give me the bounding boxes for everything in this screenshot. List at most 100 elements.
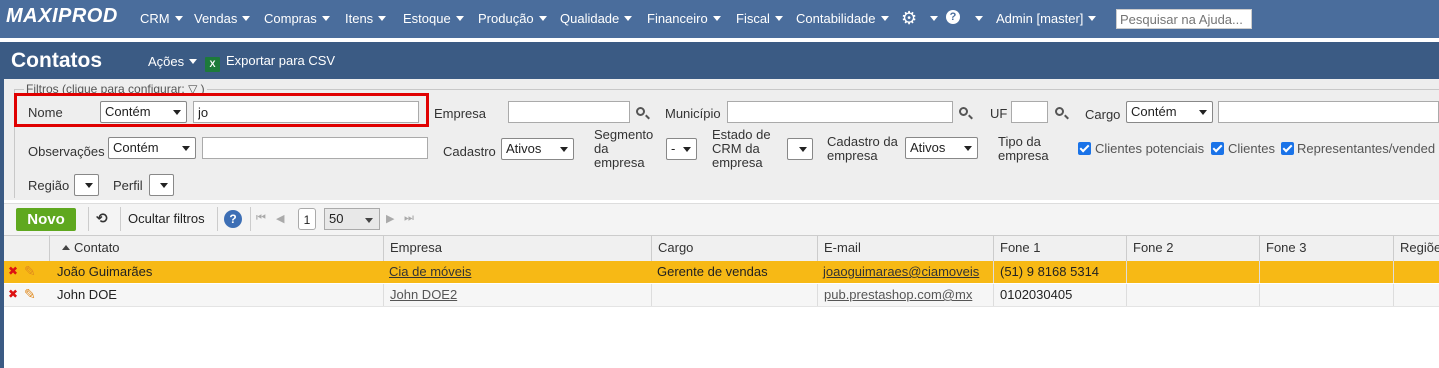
chevron-down-icon — [560, 147, 568, 152]
menu-compras[interactable]: Compras — [264, 11, 330, 26]
uf-label: UF — [990, 106, 1008, 121]
cargo-label: Cargo — [1085, 107, 1121, 122]
menu-estoque[interactable]: Estoque — [403, 11, 464, 26]
chevron-down-icon — [712, 16, 721, 21]
search-icon[interactable] — [959, 107, 968, 116]
cell-fone2 — [1126, 261, 1259, 283]
search-icon[interactable] — [1055, 107, 1064, 116]
representantes-label: Representantes/vended — [1297, 141, 1436, 156]
delete-icon[interactable]: ✖ — [8, 287, 18, 301]
cell-email[interactable]: pub.prestashop.com@mx — [817, 284, 993, 306]
municipio-input[interactable] — [727, 101, 953, 123]
chevron-down-icon — [880, 16, 889, 21]
menu-financeiro[interactable]: Financeiro — [647, 11, 721, 26]
grid-header: Contato Empresa Cargo E-mail Fone 1 Fone… — [4, 235, 1439, 262]
chevron-down-icon — [683, 147, 691, 152]
estado-crm-select[interactable] — [787, 138, 813, 160]
page-number-input[interactable]: 1 — [298, 208, 316, 230]
clientes-potenciais-label: Clientes potenciais — [1095, 141, 1205, 156]
app-logo[interactable]: MAXIPROD — [6, 5, 118, 28]
chevron-down-icon — [378, 16, 387, 21]
column-header-fone3[interactable]: Fone 3 — [1259, 236, 1393, 261]
perfil-select[interactable] — [149, 174, 174, 196]
refresh-icon[interactable]: ⟲ — [96, 210, 108, 227]
cargo-mode-select[interactable]: Contém — [1126, 101, 1213, 123]
cell-email[interactable]: joaoguimaraes@ciamoveis — [817, 261, 993, 283]
cell-contato: João Guimarães — [57, 264, 153, 279]
table-row[interactable]: ✖ ✎ João Guimarães Cia de móveis Gerente… — [4, 261, 1439, 283]
column-header-contato[interactable]: Contato — [49, 236, 383, 261]
sort-asc-icon — [62, 245, 70, 250]
delete-icon[interactable]: ✖ — [8, 264, 18, 278]
cargo-input[interactable] — [1218, 101, 1439, 123]
chevron-down-icon — [799, 147, 807, 152]
municipio-label: Município — [665, 106, 721, 121]
last-page-icon[interactable]: ⏭ — [404, 212, 414, 225]
table-row[interactable]: ✖ ✎ John DOE John DOE2 pub.prestashop.co… — [4, 284, 1439, 307]
menu-vendas[interactable]: Vendas — [194, 11, 251, 26]
help-icon[interactable]: ? — [224, 210, 242, 228]
empresa-link[interactable]: John DOE2 — [390, 287, 457, 302]
user-menu[interactable]: Admin [master] — [996, 11, 1097, 26]
chevron-down-icon — [1088, 16, 1097, 21]
column-header-cargo[interactable]: Cargo — [651, 236, 817, 261]
menu-contabilidade[interactable]: Contabilidade — [796, 11, 889, 26]
observacoes-input[interactable] — [202, 137, 428, 159]
menu-qualidade[interactable]: Qualidade — [560, 11, 633, 26]
checkbox-clientes-potenciais[interactable] — [1078, 142, 1091, 155]
chevron-down-icon — [242, 16, 251, 21]
column-header-fone1[interactable]: Fone 1 — [993, 236, 1126, 261]
email-link[interactable]: pub.prestashop.com@mx — [824, 287, 972, 302]
chevron-down-icon — [975, 16, 983, 21]
actions-menu[interactable]: Ações — [148, 54, 198, 69]
empresa-link[interactable]: Cia de móveis — [389, 264, 471, 279]
observacoes-mode-select[interactable]: Contém — [108, 137, 196, 159]
chevron-down-icon — [174, 16, 183, 21]
edit-pencil-icon[interactable]: ✎ — [24, 286, 36, 303]
checkbox-clientes[interactable] — [1211, 142, 1224, 155]
help-icon[interactable]: ? — [946, 10, 960, 24]
column-header-fone2[interactable]: Fone 2 — [1126, 236, 1259, 261]
help-search-input[interactable] — [1116, 9, 1252, 29]
menu-producao[interactable]: Produção — [478, 11, 547, 26]
chevron-down-icon — [964, 146, 972, 151]
segmento-select[interactable]: - — [666, 138, 697, 160]
first-page-icon[interactable]: ⏮ — [256, 212, 266, 225]
cadastro-empresa-label: Cadastro da empresa — [827, 134, 898, 163]
clientes-label: Clientes — [1228, 141, 1275, 156]
column-header-empresa[interactable]: Empresa — [383, 236, 651, 261]
column-header-regioes[interactable]: Regiões — [1393, 236, 1439, 261]
excel-icon: X — [205, 57, 220, 72]
checkbox-representantes[interactable] — [1281, 142, 1294, 155]
cadastro-empresa-select[interactable]: Ativos — [905, 137, 978, 159]
empresa-input[interactable] — [508, 101, 630, 123]
toolbar-divider — [88, 207, 89, 231]
uf-input[interactable] — [1011, 101, 1048, 123]
menu-crm[interactable]: CRM — [140, 11, 183, 26]
cell-regioes — [1393, 261, 1439, 283]
gear-icon[interactable]: ⚙ — [901, 8, 917, 29]
page-size-select[interactable]: 50 — [324, 208, 380, 230]
ocultar-filtros-button[interactable]: Ocultar filtros — [128, 211, 205, 226]
help-menu-caret[interactable] — [970, 11, 983, 26]
menu-fiscal[interactable]: Fiscal — [736, 11, 783, 26]
empresa-label: Empresa — [434, 106, 487, 121]
regiao-select[interactable] — [74, 174, 99, 196]
cadastro-select[interactable]: Ativos — [501, 138, 574, 160]
cell-empresa[interactable]: Cia de móveis — [383, 261, 651, 283]
chevron-down-icon — [321, 16, 330, 21]
edit-pencil-icon[interactable]: ✎ — [24, 263, 36, 280]
novo-button[interactable]: Novo — [16, 208, 76, 231]
search-icon[interactable] — [636, 107, 645, 116]
prev-page-icon[interactable]: ◀ — [276, 212, 284, 225]
column-header-email[interactable]: E-mail — [817, 236, 993, 261]
gear-menu-caret[interactable] — [925, 11, 938, 26]
email-link[interactable]: joaoguimaraes@ciamoveis — [823, 264, 979, 279]
cell-fone1: (51) 9 8168 5314 — [993, 261, 1126, 283]
perfil-label: Perfil — [113, 178, 143, 193]
next-page-icon[interactable]: ▶ — [386, 212, 394, 225]
cell-regioes — [1393, 284, 1439, 306]
cell-empresa[interactable]: John DOE2 — [383, 284, 651, 306]
export-csv-button[interactable]: X Exportar para CSV — [205, 53, 335, 72]
menu-itens[interactable]: Itens — [345, 11, 387, 26]
